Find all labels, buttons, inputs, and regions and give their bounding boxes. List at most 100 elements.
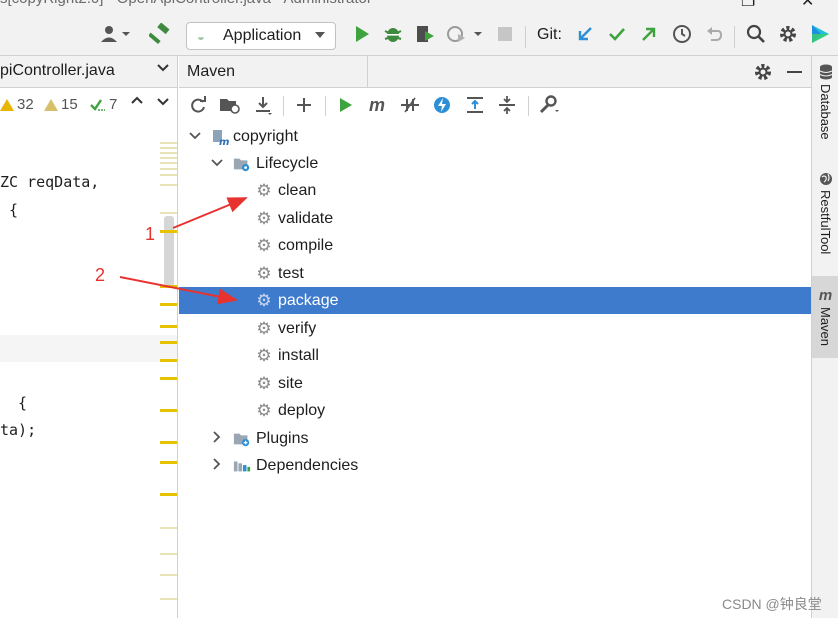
- collapse-chevron-icon[interactable]: [211, 458, 223, 473]
- warning-marker[interactable]: [160, 341, 177, 344]
- expand-chevron-icon[interactable]: [211, 157, 223, 171]
- warning-marker[interactable]: [160, 527, 177, 529]
- inspection-widget[interactable]: 32 15 7: [0, 88, 177, 122]
- warning-marker[interactable]: [160, 142, 177, 144]
- tree-node-label: Lifecycle: [256, 154, 319, 172]
- warning-marker[interactable]: [160, 152, 177, 154]
- history-icon[interactable]: [670, 22, 694, 46]
- maven-goal-icon[interactable]: m: [366, 94, 388, 116]
- run-maven-build-icon[interactable]: [335, 94, 357, 116]
- expand-chevron-icon[interactable]: [189, 130, 201, 144]
- plugin-logo-icon[interactable]: [808, 22, 832, 46]
- next-highlight-icon[interactable]: [156, 94, 170, 108]
- settings-wrench-icon[interactable]: [538, 94, 560, 116]
- git-push-icon[interactable]: [637, 22, 661, 46]
- warning-marker[interactable]: [160, 230, 177, 233]
- git-commit-icon[interactable]: [605, 22, 629, 46]
- coverage-icon[interactable]: [413, 22, 437, 46]
- warning-marker[interactable]: [160, 461, 177, 464]
- warnings-count[interactable]: 32: [0, 96, 34, 113]
- search-icon[interactable]: [744, 22, 768, 46]
- code-line[interactable]: {: [0, 394, 27, 412]
- lifecycle-folder-icon: [233, 155, 251, 173]
- lifecycle-goal-site[interactable]: ⚙ site: [179, 370, 811, 397]
- maven-settings-icon[interactable]: [753, 62, 773, 86]
- warning-marker[interactable]: [160, 553, 177, 555]
- warning-marker[interactable]: [160, 574, 177, 576]
- reimport-folder-icon[interactable]: [219, 94, 241, 116]
- close-icon[interactable]: ✕: [801, 0, 814, 11]
- warning-marker[interactable]: [160, 157, 177, 159]
- git-update-icon[interactable]: [573, 22, 597, 46]
- warning-marker[interactable]: [160, 212, 177, 214]
- warning-marker[interactable]: [160, 377, 177, 380]
- code-line[interactable]: {: [0, 201, 18, 219]
- warning-marker[interactable]: [160, 493, 177, 496]
- previous-highlight-icon[interactable]: [130, 94, 144, 108]
- editor-scrollbar-thumb[interactable]: [164, 216, 174, 286]
- hammer-build-icon[interactable]: [148, 22, 172, 46]
- reload-icon[interactable]: [187, 94, 209, 116]
- lifecycle-goal-deploy[interactable]: ⚙ deploy: [179, 397, 811, 424]
- run-icon[interactable]: [350, 22, 374, 46]
- tree-node-copyright[interactable]: m copyright: [179, 123, 811, 150]
- weak-warnings-count[interactable]: 15: [44, 96, 78, 113]
- lifecycle-goal-verify[interactable]: ⚙ verify: [179, 315, 811, 342]
- code-editor[interactable]: piController.java 32 15 7 ZC reqData, { …: [0, 56, 178, 618]
- tree-node-lifecycle[interactable]: Lifecycle: [179, 150, 811, 177]
- user-icon[interactable]: [98, 22, 132, 46]
- collapse-all-icon[interactable]: [496, 94, 518, 116]
- add-icon[interactable]: [293, 94, 315, 116]
- error-stripe[interactable]: [160, 122, 177, 618]
- warning-marker[interactable]: [160, 359, 177, 362]
- tool-tab-label: Database: [818, 84, 833, 140]
- run-configuration-label: Application: [223, 27, 302, 44]
- maven-toolbar: m: [179, 88, 811, 122]
- warning-marker[interactable]: [160, 303, 177, 306]
- tree-node-dependencies[interactable]: Dependencies: [179, 452, 811, 479]
- tree-node-plugins[interactable]: Plugins: [179, 425, 811, 452]
- lifecycle-goal-package[interactable]: ⚙ package: [179, 287, 811, 314]
- warning-marker[interactable]: [160, 184, 177, 186]
- typos-count[interactable]: 7: [90, 96, 117, 113]
- editor-tab[interactable]: piController.java: [0, 56, 177, 88]
- warning-marker[interactable]: [160, 325, 177, 328]
- toggle-offline-icon[interactable]: [399, 94, 421, 116]
- gear-icon: ⚙: [256, 236, 272, 255]
- warning-marker[interactable]: [160, 174, 177, 176]
- warning-marker[interactable]: [160, 598, 177, 600]
- hide-panel-icon[interactable]: [787, 71, 802, 73]
- tool-tab-database[interactable]: Database: [812, 64, 838, 140]
- gear-icon: ⚙: [256, 291, 272, 310]
- maven-header: Maven: [179, 56, 811, 88]
- code-line[interactable]: ta);: [0, 421, 36, 439]
- settings-icon[interactable]: [776, 22, 800, 46]
- toolbar-separator: [325, 96, 326, 116]
- maximize-icon[interactable]: ❐: [741, 0, 755, 11]
- rollback-icon[interactable]: [702, 22, 726, 46]
- warning-marker[interactable]: [160, 162, 177, 164]
- collapse-chevron-icon[interactable]: [211, 431, 223, 446]
- lifecycle-goal-test[interactable]: ⚙ test: [179, 260, 811, 287]
- tool-tab-restfultool[interactable]: RestfulTool: [812, 172, 838, 254]
- lifecycle-goal-install[interactable]: ⚙ install: [179, 342, 811, 369]
- warning-marker[interactable]: [160, 441, 177, 444]
- warning-marker[interactable]: [160, 147, 177, 149]
- download-icon[interactable]: [252, 94, 274, 116]
- debug-icon[interactable]: [381, 22, 405, 46]
- tree-node-label: Dependencies: [256, 456, 359, 474]
- stop-icon[interactable]: [493, 22, 517, 46]
- profile-icon[interactable]: [445, 22, 485, 46]
- lifecycle-goal-clean[interactable]: ⚙ clean: [179, 177, 811, 204]
- warning-marker[interactable]: [160, 409, 177, 412]
- run-configuration-dropdown[interactable]: ◒ Application: [186, 22, 336, 50]
- show-dependencies-icon[interactable]: [464, 94, 486, 116]
- tab-list-chevron-icon[interactable]: [156, 60, 170, 77]
- warning-marker[interactable]: [160, 285, 177, 288]
- tool-tab-maven[interactable]: m Maven: [812, 276, 838, 358]
- lifecycle-goal-compile[interactable]: ⚙ compile: [179, 232, 811, 259]
- lifecycle-goal-validate[interactable]: ⚙ validate: [179, 205, 811, 232]
- warning-marker[interactable]: [160, 168, 177, 170]
- skip-tests-icon[interactable]: [431, 94, 453, 116]
- code-line[interactable]: ZC reqData,: [0, 173, 99, 191]
